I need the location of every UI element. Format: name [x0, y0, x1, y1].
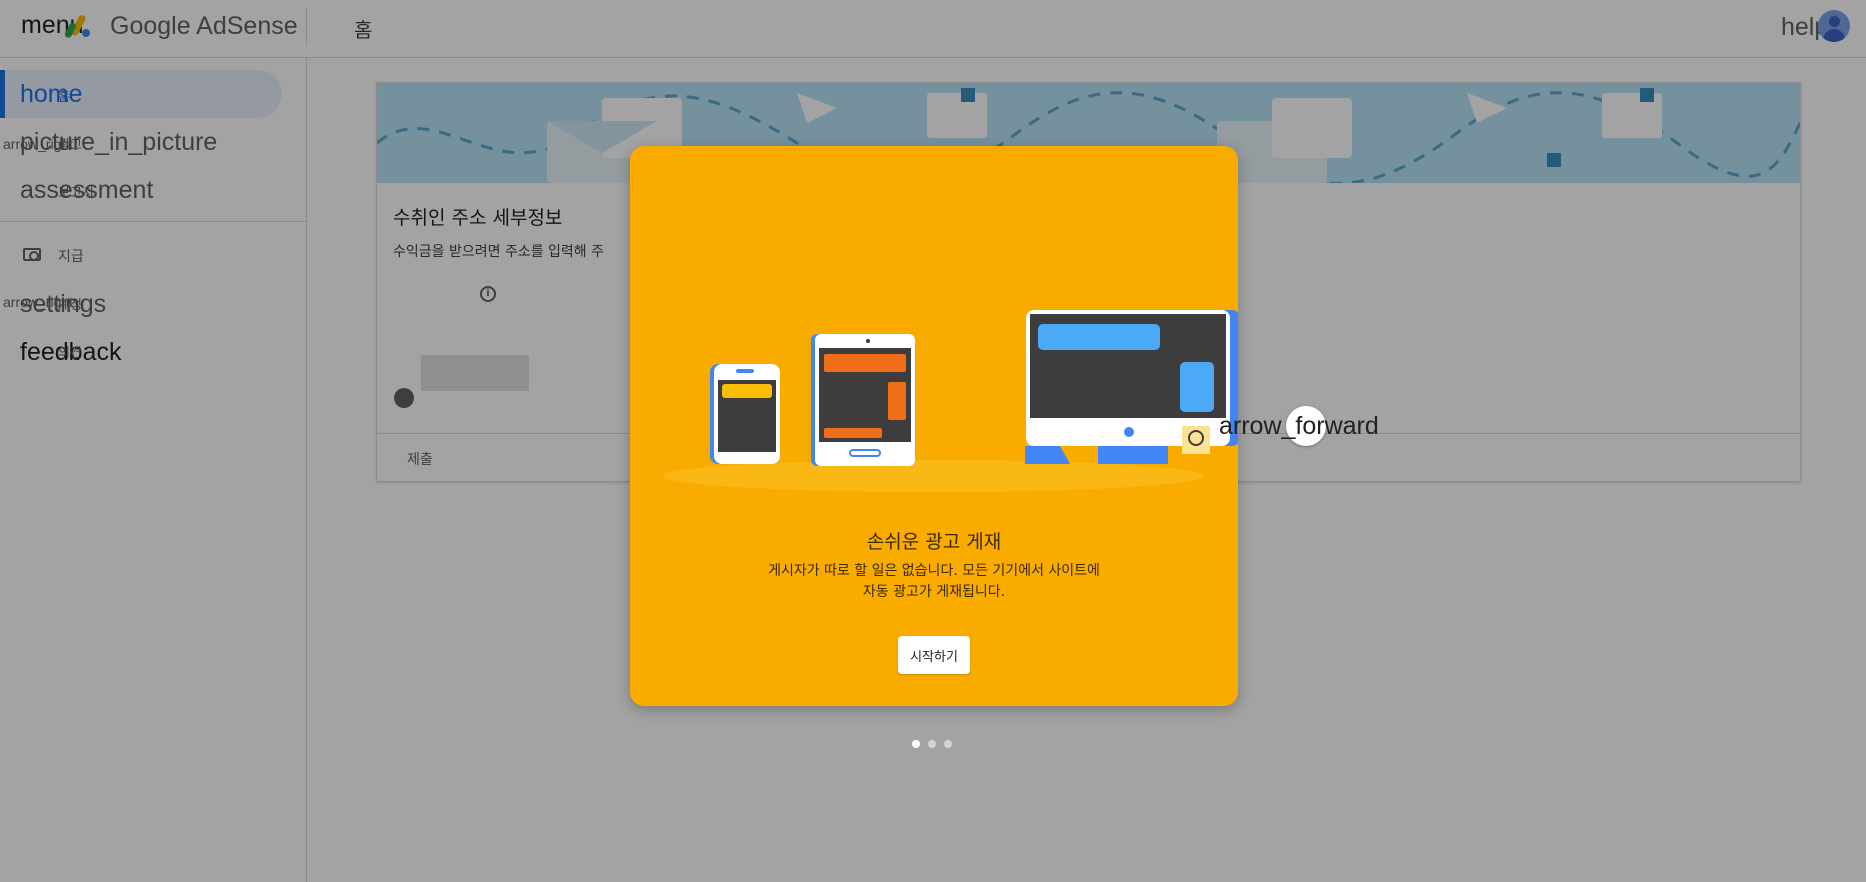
- promo-description: 게시자가 따로 할 일은 없습니다. 모든 기기에서 사이트에 자동 광고가 게…: [724, 561, 1144, 603]
- promo-dialog: 손쉬운 광고 게재 게시자가 따로 할 일은 없습니다. 모든 기기에서 사이트…: [630, 146, 1238, 706]
- carousel-dot-2[interactable]: [928, 740, 936, 748]
- monitor-icon: [1025, 310, 1238, 464]
- promo-description-line-1: 게시자가 따로 할 일은 없습니다. 모든 기기에서 사이트에: [768, 563, 1100, 579]
- promo-description-line-2: 자동 광고가 게재됩니다.: [862, 584, 1006, 600]
- carousel-dot-1[interactable]: [912, 740, 920, 748]
- carousel-dot-3[interactable]: [944, 740, 952, 748]
- get-started-button[interactable]: 시작하기: [898, 636, 970, 674]
- phone-icon: [710, 364, 780, 464]
- arrow-forward-icon[interactable]: arrow_forward: [1219, 412, 1379, 441]
- promo-title: 손쉬운 광고 게재: [866, 531, 1002, 553]
- tablet-icon: [811, 334, 915, 466]
- multi-device-illustration: [664, 310, 1238, 492]
- carousel-pagination: [912, 740, 956, 750]
